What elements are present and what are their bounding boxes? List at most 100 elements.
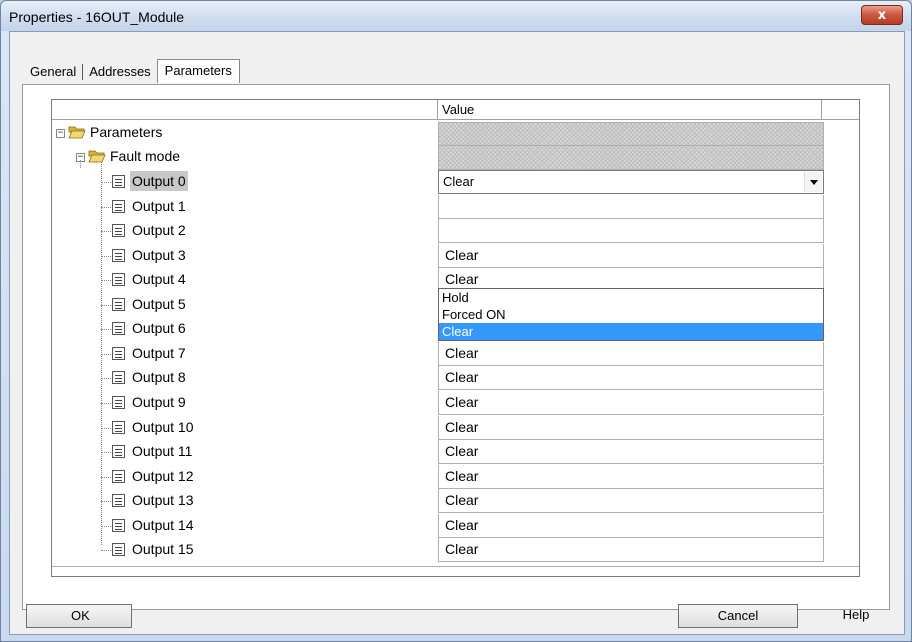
tree-connector bbox=[101, 231, 111, 232]
dropdown-option-clear[interactable]: Clear bbox=[439, 323, 823, 340]
value-cell-output[interactable]: Clear bbox=[438, 440, 824, 464]
ok-button[interactable]: OK bbox=[26, 604, 132, 628]
parameter-doc-icon bbox=[112, 421, 125, 434]
tree-row-output[interactable]: Output 10 Clear bbox=[52, 416, 859, 440]
tree-row-output[interactable]: Output 15 Clear bbox=[52, 538, 859, 562]
tab-parameters[interactable]: Parameters bbox=[156, 59, 240, 83]
value-cell-output[interactable]: Clear bbox=[438, 416, 824, 440]
dropdown-option-hold[interactable]: Hold bbox=[439, 289, 823, 306]
tree-connector bbox=[101, 452, 111, 453]
tree-connector bbox=[101, 526, 111, 527]
tree-label-output: Output 1 bbox=[132, 198, 186, 214]
parameters-panel: Value − Parameters − Fault mode Output 0… bbox=[22, 84, 890, 610]
tree-label-output: Output 3 bbox=[132, 247, 186, 263]
tree-label-output: Output 11 bbox=[132, 443, 193, 459]
parameter-doc-icon bbox=[112, 249, 125, 262]
open-folder-icon bbox=[88, 150, 106, 163]
tree-connector bbox=[101, 329, 111, 330]
dialog-client-area: General Addresses Parameters Value − Par… bbox=[9, 31, 905, 635]
value-cell-parameters bbox=[438, 122, 824, 146]
tree-connector bbox=[80, 160, 81, 168]
tree-row-fault-mode[interactable]: − Fault mode bbox=[52, 146, 859, 170]
tree-row-output[interactable]: Output 3 Clear bbox=[52, 244, 859, 268]
tree-label-output: Output 4 bbox=[132, 271, 186, 287]
tree-connector bbox=[101, 403, 111, 404]
parameter-doc-icon bbox=[112, 322, 125, 335]
value-cell-output[interactable]: Clear bbox=[438, 538, 824, 562]
value-cell-output[interactable]: Clear bbox=[438, 489, 824, 513]
tree-row-output[interactable]: Output 2 bbox=[52, 219, 859, 243]
value-cell-output[interactable] bbox=[438, 195, 824, 219]
collapse-icon[interactable]: − bbox=[56, 129, 65, 138]
parameter-doc-icon bbox=[112, 273, 125, 286]
tree-label-output: Output 9 bbox=[132, 394, 186, 410]
tree-connector bbox=[101, 428, 111, 429]
close-icon: x bbox=[877, 7, 887, 23]
open-folder-icon bbox=[68, 126, 86, 139]
value-cell-output[interactable]: Clear bbox=[438, 465, 824, 489]
parameter-doc-icon bbox=[112, 445, 125, 458]
parameters-grid: Value − Parameters − Fault mode Output 0… bbox=[51, 99, 860, 577]
value-cell-output[interactable]: Clear bbox=[438, 342, 824, 366]
parameter-doc-icon bbox=[112, 175, 125, 188]
tree-row-output[interactable]: Output 9 Clear bbox=[52, 391, 859, 415]
tree-row-output[interactable]: Output 1 bbox=[52, 195, 859, 219]
properties-window: Properties - 16OUT_Module x General Addr… bbox=[0, 0, 912, 642]
tree-label-output: Output 2 bbox=[132, 222, 186, 238]
header-name-column[interactable] bbox=[52, 100, 438, 120]
parameter-doc-icon bbox=[112, 470, 125, 483]
title-bar[interactable]: Properties - 16OUT_Module x bbox=[1, 1, 911, 31]
tree-label-output: Output 8 bbox=[132, 369, 186, 385]
tree-row-output[interactable]: Output 14 Clear bbox=[52, 514, 859, 538]
tree-connector bbox=[101, 280, 111, 281]
tree-label-output: Output 7 bbox=[132, 345, 186, 361]
parameter-doc-icon bbox=[112, 396, 125, 409]
tree-label-output: Output 5 bbox=[132, 296, 186, 312]
dropdown-option-forced-on[interactable]: Forced ON bbox=[439, 306, 823, 323]
parameter-doc-icon bbox=[112, 519, 125, 532]
tree-connector bbox=[101, 256, 111, 257]
parameter-doc-icon bbox=[112, 494, 125, 507]
parameter-doc-icon bbox=[112, 200, 125, 213]
parameter-doc-icon bbox=[112, 347, 125, 360]
value-cell-fault-mode bbox=[438, 146, 824, 170]
value-cell-output[interactable]: Clear bbox=[438, 514, 824, 538]
tree-row-output[interactable]: Output 8 Clear bbox=[52, 366, 859, 390]
tree-connector bbox=[101, 207, 111, 208]
tree-row-output[interactable]: Output 11 Clear bbox=[52, 440, 859, 464]
grid-header: Value bbox=[52, 100, 859, 120]
tree-label-output: Output 12 bbox=[132, 468, 194, 484]
parameter-doc-icon bbox=[112, 224, 125, 237]
tree-connector bbox=[101, 501, 111, 502]
tree-row-output[interactable]: Output 13 Clear bbox=[52, 489, 859, 513]
header-value-column[interactable]: Value bbox=[438, 100, 822, 120]
cancel-button[interactable]: Cancel bbox=[678, 604, 798, 628]
tree-row-parameters[interactable]: − Parameters bbox=[52, 122, 859, 146]
help-button[interactable]: Help bbox=[806, 604, 906, 628]
tree-label-output: Output 13 bbox=[132, 492, 194, 508]
dropdown-arrow-icon[interactable] bbox=[804, 172, 822, 192]
value-cell-output[interactable]: Clear bbox=[438, 391, 824, 415]
fault-mode-combobox[interactable]: Clear bbox=[438, 170, 824, 194]
tab-strip: General Addresses Parameters bbox=[24, 59, 240, 83]
tree-connector bbox=[101, 354, 111, 355]
value-cell-output[interactable] bbox=[438, 219, 824, 243]
tree-label-output: Output 14 bbox=[132, 517, 194, 533]
tree-row-output[interactable]: Output 7 Clear bbox=[52, 342, 859, 366]
combobox-value: Clear bbox=[443, 174, 475, 189]
parameter-doc-icon bbox=[112, 543, 125, 556]
value-cell-output[interactable]: Clear bbox=[438, 366, 824, 390]
fault-mode-dropdown-list: Hold Forced ON Clear bbox=[438, 288, 824, 341]
tree-row-output[interactable]: Output 12 Clear bbox=[52, 465, 859, 489]
parameter-doc-icon bbox=[112, 371, 125, 384]
tab-addresses[interactable]: Addresses bbox=[83, 62, 156, 82]
close-button[interactable]: x bbox=[861, 5, 903, 25]
tree-row-output[interactable]: Output 0 Clear bbox=[52, 170, 859, 194]
parameter-doc-icon bbox=[112, 298, 125, 311]
tree-label-fault-mode: Fault mode bbox=[110, 148, 181, 164]
tree-connector bbox=[101, 477, 111, 478]
horizontal-scrollbar[interactable] bbox=[52, 566, 859, 576]
value-cell-output[interactable]: Clear bbox=[438, 244, 824, 268]
tab-general[interactable]: General bbox=[24, 62, 82, 82]
tree-connector bbox=[101, 550, 111, 551]
